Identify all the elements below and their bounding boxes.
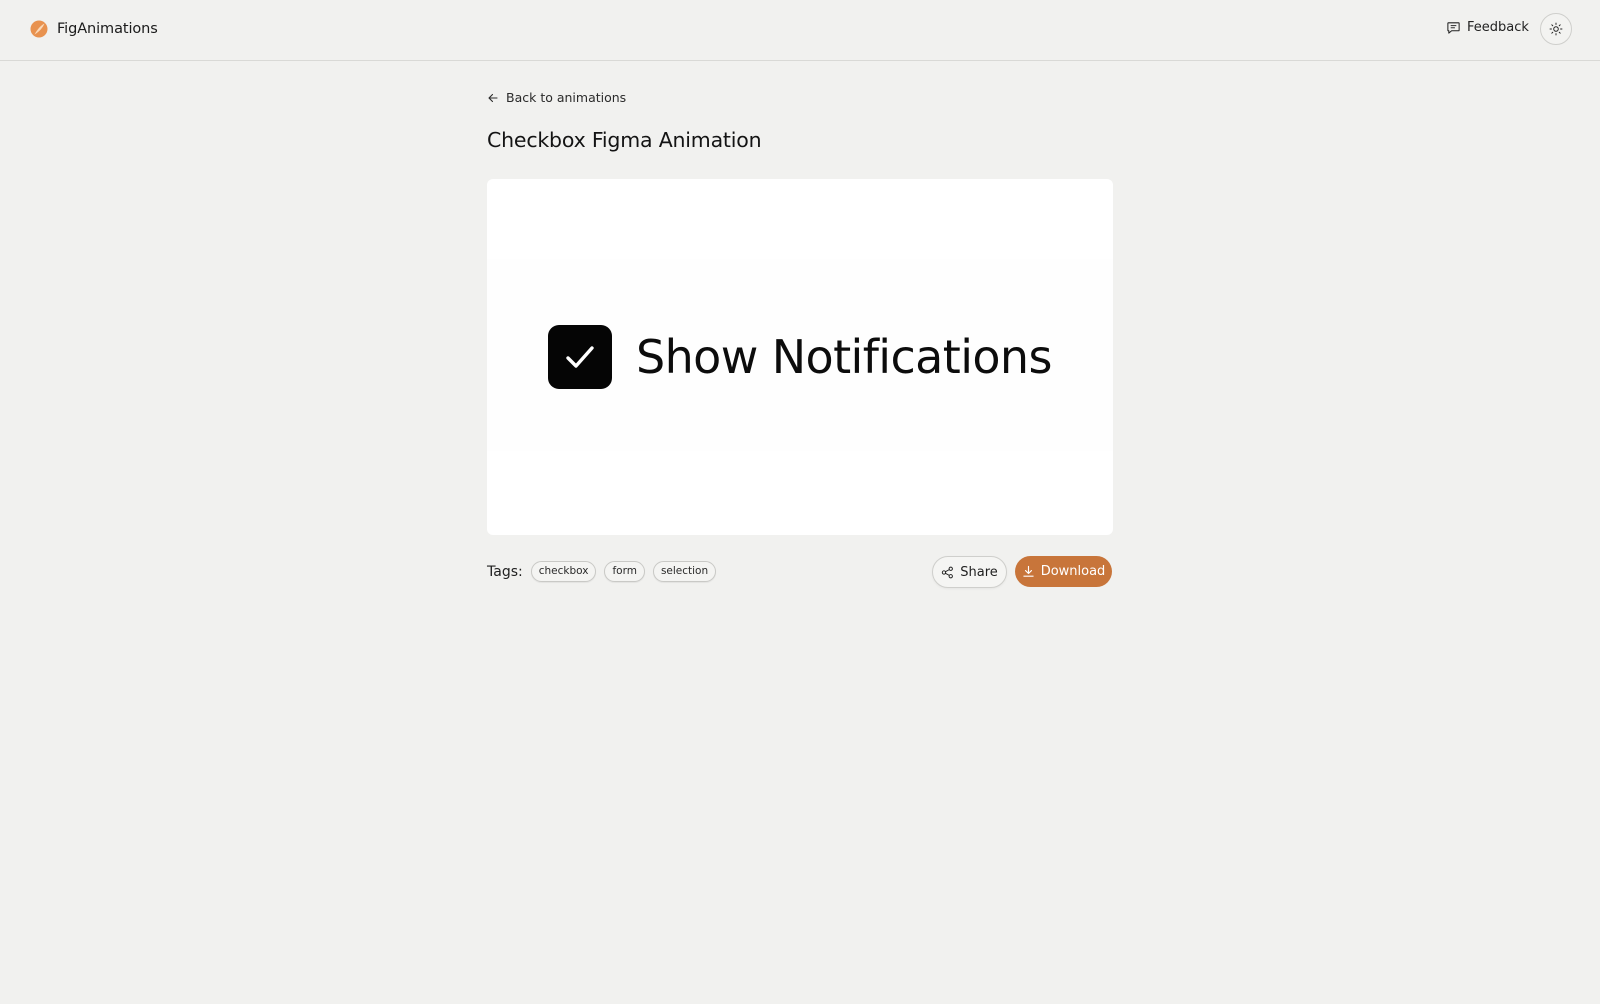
tag-checkbox[interactable]: checkbox [530, 561, 597, 582]
feedback-label: Feedback [1467, 20, 1529, 35]
message-square-icon [1447, 22, 1460, 34]
back-link-label: Back to animations [506, 90, 627, 105]
tags-row: Tags: checkbox form selection [487, 561, 717, 582]
share-button[interactable]: Share [932, 556, 1007, 588]
download-label: Download [1040, 564, 1106, 579]
preview-checkbox-label: Show Notifications [636, 330, 1052, 384]
download-icon [1022, 565, 1034, 577]
feedback-button[interactable]: Feedback [1446, 20, 1529, 35]
tags-label: Tags: [487, 563, 523, 580]
tag-selection[interactable]: selection [652, 561, 717, 582]
tag-form[interactable]: form [604, 561, 645, 582]
share-label: Share [960, 564, 998, 580]
arrow-left-icon [488, 93, 498, 102]
brand-name: FigAnimations [57, 21, 158, 37]
back-to-animations-link[interactable]: Back to animations [487, 90, 626, 105]
page-title: Checkbox Figma Animation [487, 128, 762, 152]
brand-logo-icon [30, 20, 48, 38]
sun-icon [1549, 22, 1563, 36]
preview-checkbox [548, 325, 612, 389]
top-bar: FigAnimations Feedback [0, 0, 1600, 61]
share-icon [942, 566, 954, 578]
download-button[interactable]: Download [1015, 556, 1112, 587]
brand-link[interactable]: FigAnimations [29, 19, 158, 39]
theme-toggle-button[interactable] [1540, 13, 1572, 45]
animation-preview: Show Notifications [487, 179, 1113, 535]
check-icon [566, 346, 594, 368]
